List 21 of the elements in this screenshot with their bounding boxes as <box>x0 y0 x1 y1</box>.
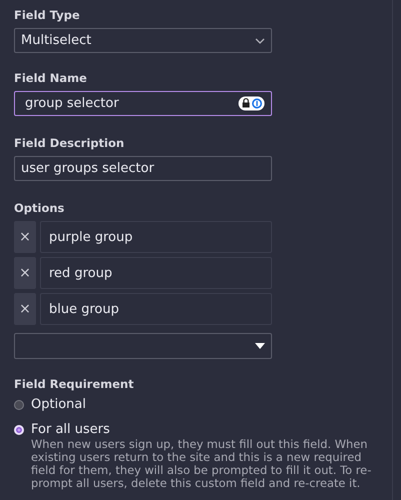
field-label: Field Requirement <box>14 377 134 391</box>
chevron-down-icon <box>255 38 265 44</box>
radio-label: For all users <box>31 422 110 437</box>
radio-button[interactable] <box>14 400 24 410</box>
remove-button[interactable]: × <box>14 293 36 325</box>
field-label: Field Description <box>14 136 124 150</box>
field-label: Field Name <box>14 71 87 85</box>
input-field[interactable]: blue group <box>40 293 272 325</box>
password-manager-icon[interactable] <box>238 96 265 111</box>
remove-button[interactable]: × <box>14 257 36 289</box>
caret-down-icon <box>255 343 265 349</box>
input-field[interactable]: purple group <box>40 221 272 253</box>
input-field[interactable]: user groups selector <box>14 156 272 181</box>
field-type-select[interactable]: Multiselect <box>14 28 272 53</box>
field-label: Field Type <box>14 8 80 22</box>
remove-button[interactable]: × <box>14 221 36 253</box>
radio-label: Optional <box>31 397 86 412</box>
input-field[interactable]: group selector <box>14 91 272 116</box>
radio-description: When new users sign up, they must fill out this field. When existing users return to the site and this is a new required field for them, they will also be prompted to fill it out. To re-prompt all users, delete this custom field and re-create it. <box>31 438 372 490</box>
field-label: Options <box>14 201 64 215</box>
input-field[interactable]: red group <box>40 257 272 289</box>
